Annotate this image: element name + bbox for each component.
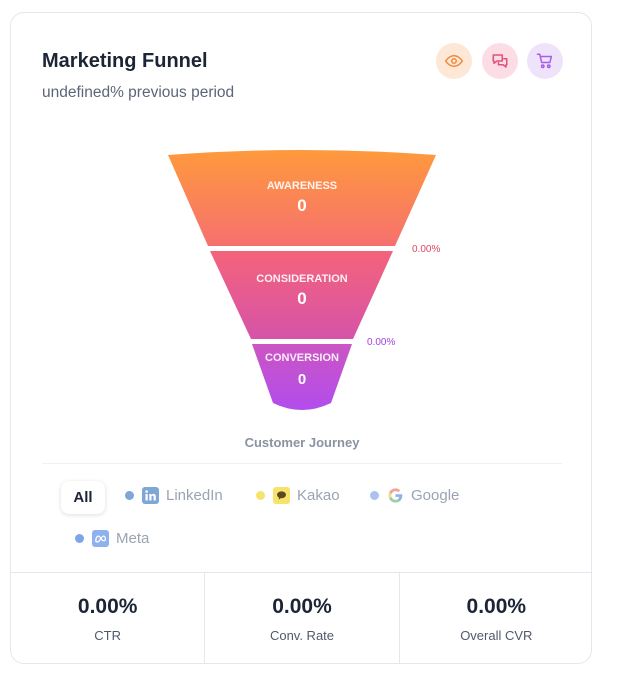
funnel-chart: AWARENESS 0 CONSIDERATION 0 CONVERSION 0… (168, 150, 440, 450)
filter-tab-linkedin[interactable]: LinkedIn (125, 487, 223, 504)
status-dot (256, 491, 265, 500)
status-dot (75, 534, 84, 543)
stat-ctr: 0.00% CTR (11, 573, 206, 663)
conversion-rate-label: 0.00% (367, 337, 395, 348)
kakao-icon (273, 487, 290, 504)
stat-conv-rate: 0.00% Conv. Rate (205, 573, 400, 663)
stage-label: AWARENESS (267, 180, 337, 192)
filter-label: Meta (116, 530, 150, 547)
conversion-rate-label: 0.00% (412, 244, 440, 255)
stat-value: 0.00% (272, 595, 332, 618)
status-dot (370, 491, 379, 500)
filter-label: Google (411, 487, 460, 504)
stage-label: CONSIDERATION (256, 273, 348, 285)
stage-value: 0 (297, 196, 306, 215)
divider (42, 463, 562, 464)
stage-label: CONVERSION (265, 352, 339, 364)
filter-tab-meta[interactable]: Meta (75, 530, 149, 547)
filter-label: Kakao (297, 487, 340, 504)
status-dot (125, 491, 134, 500)
stats-row: 0.00% CTR 0.00% Conv. Rate 0.00% Overall… (11, 572, 591, 663)
stat-value: 0.00% (466, 595, 527, 618)
google-icon (387, 487, 404, 504)
funnel-caption: Customer Journey (245, 435, 361, 450)
linkedin-icon (142, 487, 159, 504)
stat-label: Overall CVR (460, 628, 533, 643)
filter-tab-all[interactable]: All (61, 481, 105, 514)
stat-label: Conv. Rate (269, 628, 335, 643)
filter-tab-kakao[interactable]: Kakao (256, 487, 340, 504)
marketing-funnel-card: Marketing Funnel undefined% previous per… (10, 12, 592, 664)
filter-label: LinkedIn (166, 487, 223, 504)
stat-value: 0.00% (77, 595, 138, 618)
stage-value: 0 (298, 371, 306, 388)
stat-label: CTR (94, 628, 122, 643)
filter-tab-google[interactable]: Google (370, 487, 459, 504)
stat-overall-cvr: 0.00% Overall CVR (400, 573, 591, 663)
stage-value: 0 (297, 289, 306, 308)
meta-icon (92, 530, 109, 547)
